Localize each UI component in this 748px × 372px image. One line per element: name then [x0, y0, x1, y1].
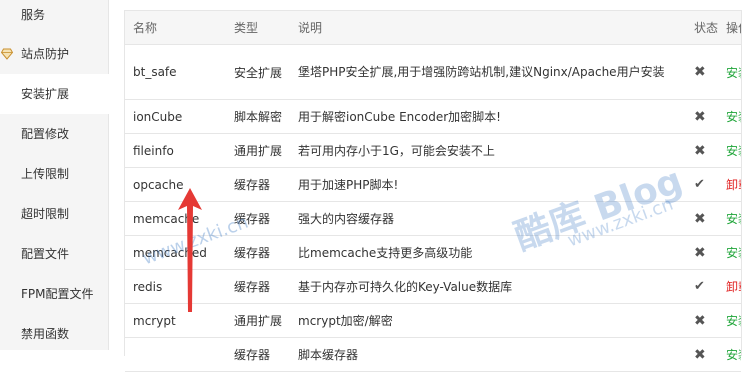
ext-desc: 脚本缓存器 [290, 337, 686, 372]
table-row: memcached 缓存器 比memcache支持更多高级功能 ✖ 安装 [125, 235, 741, 270]
ext-desc: 比memcache支持更多高级功能 [290, 235, 686, 270]
ext-name: mcrypt [125, 303, 226, 338]
header-status: 状态 [686, 11, 718, 45]
ext-name: memcached [125, 235, 226, 270]
sidebar-item-config-file[interactable]: 配置文件 [0, 234, 108, 274]
ext-desc: 用于加速PHP脚本! [290, 167, 686, 202]
header-op: 操作 [718, 11, 741, 45]
ext-type: 缓存器 [226, 201, 290, 236]
ext-name: redis [125, 269, 226, 304]
ext-type: 缓存器 [226, 337, 290, 372]
ext-name [125, 337, 226, 372]
red-arrow-annotation [178, 188, 202, 312]
header-desc: 说明 [290, 11, 686, 45]
install-link[interactable]: 安装 [726, 212, 741, 226]
not-installed-icon: ✖ [694, 346, 706, 363]
ext-type: 脚本解密 [226, 99, 290, 134]
install-link[interactable]: 安装 [726, 314, 741, 328]
ext-desc: 堡塔PHP安全扩展,用于增强防跨站机制,建议Nginx/Apache用户安装 [290, 44, 686, 100]
ext-type: 缓存器 [226, 167, 290, 202]
not-installed-icon: ✖ [694, 64, 706, 80]
sidebar-item-service[interactable]: 服务 [0, 0, 108, 35]
sidebar-item-timeout-limit[interactable]: 超时限制 [0, 194, 108, 234]
ext-name: bt_safe [125, 44, 226, 100]
ext-desc: 强大的内容缓存器 [290, 201, 686, 236]
install-link[interactable]: 安装 [726, 348, 741, 362]
table-row: opcache 缓存器 用于加速PHP脚本! ✔ 卸载 [125, 167, 741, 202]
ext-desc: 基于内存亦可持久化的Key-Value数据库 [290, 269, 686, 304]
sidebar-item-upload-limit[interactable]: 上传限制 [0, 154, 108, 194]
ext-type: 缓存器 [226, 269, 290, 304]
install-link[interactable]: 安装 [726, 144, 741, 158]
sidebar-item-disabled-functions[interactable]: 禁用函数 [0, 314, 108, 354]
table-row: fileinfo 通用扩展 若可用内存小于1G，可能会安装不上 ✖ 安装 [125, 133, 741, 168]
uninstall-link[interactable]: 卸载 [726, 280, 741, 294]
extensions-table: 名称 类型 说明 状态 操作 bt_safe 安全扩展 堡塔PHP安全扩展,用于… [124, 10, 742, 372]
install-link[interactable]: 安装 [726, 66, 741, 80]
sidebar-item-fpm-config[interactable]: FPM配置文件 [0, 274, 108, 314]
uninstall-link[interactable]: 卸载 [726, 178, 741, 192]
ext-name: memcache [125, 201, 226, 236]
table-header: 名称 类型 说明 状态 操作 [125, 11, 741, 45]
header-type: 类型 [226, 11, 290, 45]
installed-check-icon: ✔ [694, 279, 705, 294]
ext-type: 通用扩展 [226, 303, 290, 338]
not-installed-icon: ✖ [694, 312, 706, 329]
installed-check-icon: ✔ [694, 177, 705, 192]
table-row: mcrypt 通用扩展 mcrypt加密/解密 ✖ 安装 [125, 303, 741, 338]
ext-type: 安全扩展 [226, 44, 290, 100]
table-row: ionCube 脚本解密 用于解密ionCube Encoder加密脚本! ✖ … [125, 99, 741, 134]
not-installed-icon: ✖ [694, 108, 706, 125]
sidebar-item-install-extension[interactable]: 安装扩展 [0, 74, 109, 114]
ext-desc: 用于解密ionCube Encoder加密脚本! [290, 99, 686, 134]
sidebar-item-site-protection[interactable]: 站点防护 [0, 34, 108, 74]
install-link[interactable]: 安装 [726, 246, 741, 260]
ext-desc: mcrypt加密/解密 [290, 303, 686, 338]
install-link[interactable]: 安装 [726, 110, 741, 124]
not-installed-icon: ✖ [694, 210, 706, 227]
table-row: 缓存器 脚本缓存器 ✖ 安装 [125, 337, 741, 372]
sidebar: 服务 站点防护 安装扩展 配置修改 上传限制 超时限制 配置文件 FPM配置文件… [0, 0, 109, 350]
diamond-icon [1, 48, 13, 60]
ext-type: 缓存器 [226, 235, 290, 270]
header-name: 名称 [125, 11, 226, 45]
ext-name: fileinfo [125, 133, 226, 168]
table-row: memcache 缓存器 强大的内容缓存器 ✖ 安装 [125, 201, 741, 236]
table-row: redis 缓存器 基于内存亦可持久化的Key-Value数据库 ✔ 卸载 [125, 269, 741, 304]
table-row: bt_safe 安全扩展 堡塔PHP安全扩展,用于增强防跨站机制,建议Nginx… [125, 44, 741, 100]
ext-desc: 若可用内存小于1G，可能会安装不上 [290, 133, 686, 168]
ext-name: ionCube [125, 99, 226, 134]
not-installed-icon: ✖ [694, 244, 706, 261]
not-installed-icon: ✖ [694, 142, 706, 159]
sidebar-item-config-edit[interactable]: 配置修改 [0, 114, 108, 154]
ext-name: opcache [125, 167, 226, 202]
ext-type: 通用扩展 [226, 133, 290, 168]
